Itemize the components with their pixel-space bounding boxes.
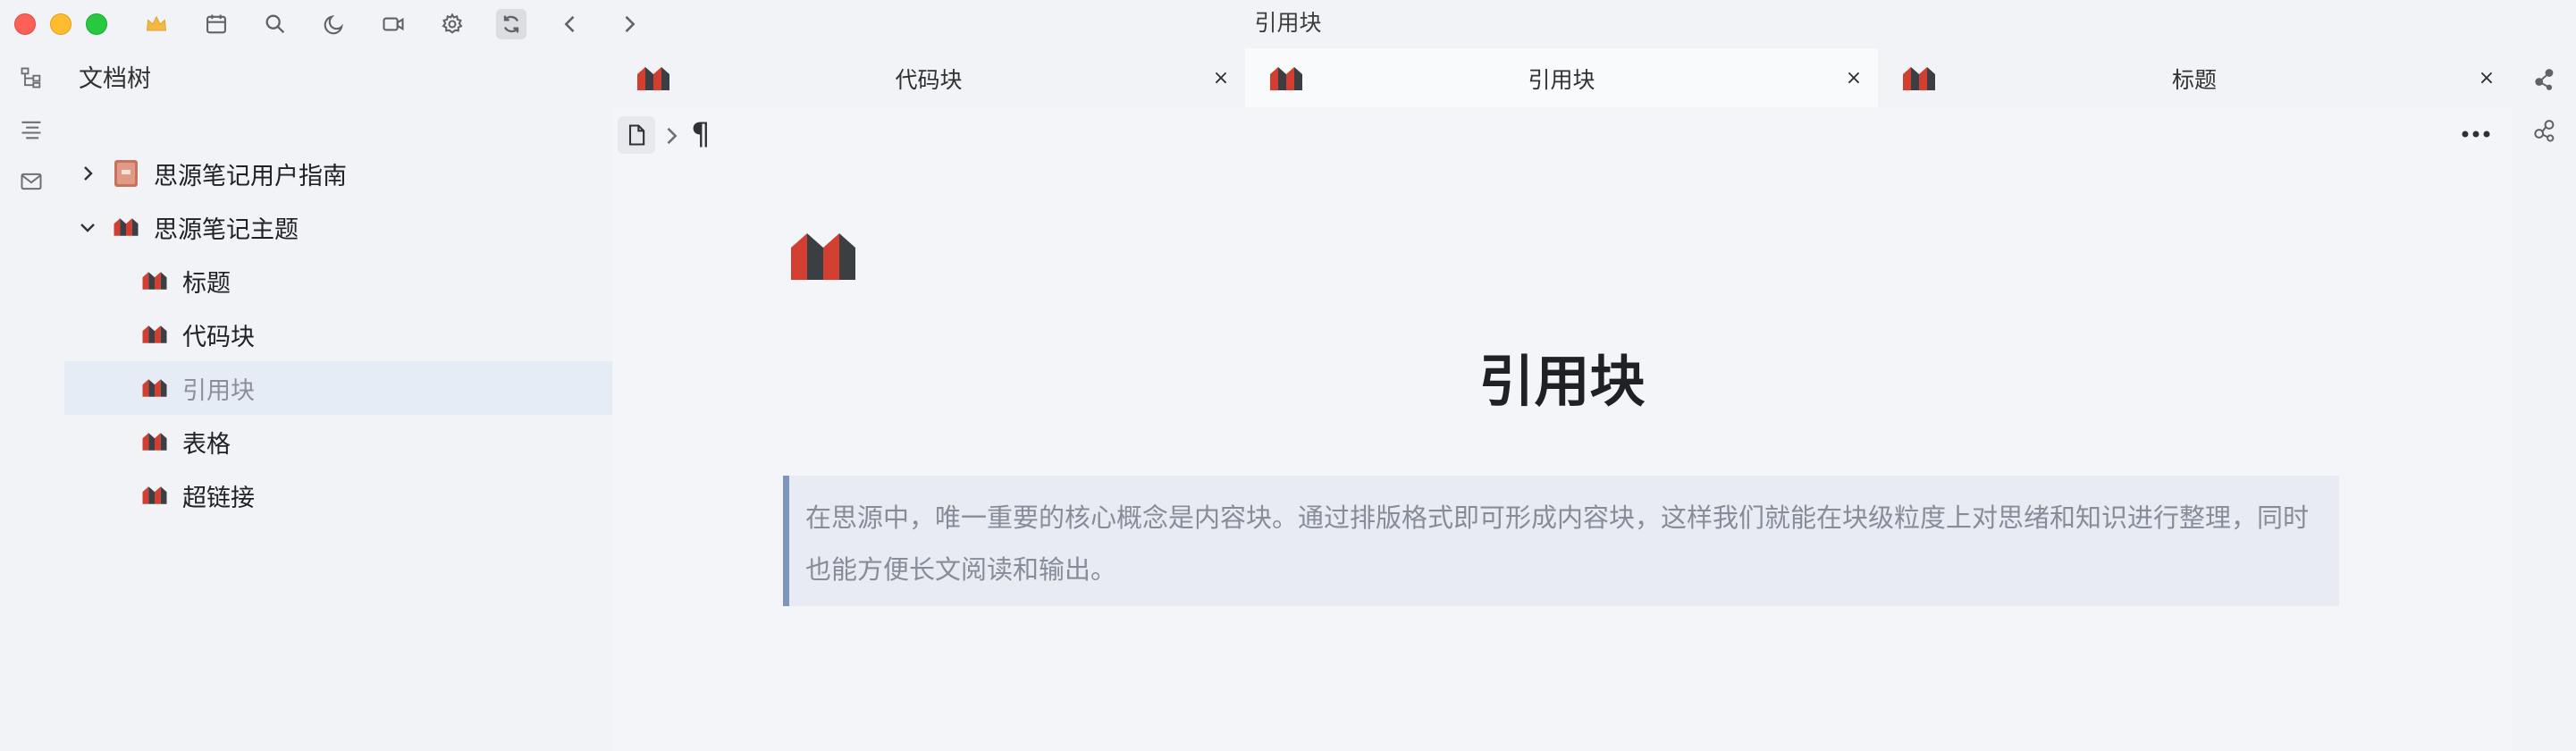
file-tree-icon[interactable] xyxy=(16,63,46,93)
file-tree-panel: 文档树 思源笔记用户指南 思源笔记主题 标题 代码块 引用块 表格 超链接 xyxy=(63,46,612,751)
tree-item-table[interactable]: 表格 xyxy=(64,415,612,468)
tab-heading[interactable]: 标题 × xyxy=(1878,48,2511,107)
tree-item-code-block[interactable]: 代码块 xyxy=(64,308,612,361)
tab-label: 引用块 xyxy=(1528,67,1595,93)
tree-item-label: 表格 xyxy=(182,430,231,459)
right-dock xyxy=(2512,46,2576,751)
window-title: 引用块 xyxy=(1254,10,1322,36)
tree-item-label: 超链接 xyxy=(182,484,255,512)
tab-bar: 代码块 × 引用块 × 标题 × xyxy=(612,46,2512,107)
tree-item-hyperlink[interactable]: 超链接 xyxy=(64,468,612,522)
tree-item-label: 思源笔记用户指南 xyxy=(154,162,347,190)
global-graph-icon[interactable] xyxy=(2531,118,2558,145)
left-dock xyxy=(0,46,63,751)
title-bar: 引用块 xyxy=(0,0,2576,46)
tree-item-user-guide[interactable]: 思源笔记用户指南 xyxy=(64,147,612,200)
tree-item-label: 思源笔记主题 xyxy=(154,215,299,244)
chevron-down-icon[interactable] xyxy=(77,216,98,238)
tab-label: 代码块 xyxy=(895,67,963,93)
graph-view-icon[interactable] xyxy=(2531,66,2558,93)
tab-label: 标题 xyxy=(2171,67,2217,93)
breadcrumb-doc-icon[interactable] xyxy=(618,116,655,154)
tree-item-blockquote[interactable]: 引用块 xyxy=(64,361,612,415)
document-icon[interactable] xyxy=(787,227,859,286)
breadcrumb-chevron-icon xyxy=(667,127,678,145)
close-icon[interactable]: × xyxy=(1840,64,1867,91)
siyuan-logo-icon xyxy=(142,379,167,397)
tab-code-block[interactable]: 代码块 × xyxy=(612,48,1245,107)
book-icon xyxy=(114,160,138,187)
close-icon[interactable]: × xyxy=(1208,64,1234,91)
siyuan-logo-icon xyxy=(142,272,167,290)
tree-item-label: 引用块 xyxy=(182,376,255,405)
tree-item-theme-notebook[interactable]: 思源笔记主题 xyxy=(64,200,612,254)
siyuan-logo-icon xyxy=(114,218,139,236)
blockquote-block[interactable]: 在思源中，唯一重要的核心概念是内容块。通过排版格式即可形成内容块，这样我们就能在… xyxy=(783,476,2339,606)
outline-icon[interactable] xyxy=(16,114,46,145)
tree-item-label: 标题 xyxy=(182,269,231,298)
tree-item-label: 代码块 xyxy=(182,323,255,351)
close-icon[interactable]: × xyxy=(2473,64,2500,91)
blockquote-text[interactable]: 在思源中，唯一重要的核心概念是内容块。通过排版格式即可形成内容块，这样我们就能在… xyxy=(805,492,2325,595)
breadcrumb-paragraph-icon[interactable]: ¶ xyxy=(691,116,711,152)
inbox-icon[interactable] xyxy=(16,166,46,197)
siyuan-logo-icon xyxy=(142,433,167,451)
siyuan-logo-icon xyxy=(142,486,167,504)
siyuan-logo-icon xyxy=(142,325,167,343)
editor-area: ¶ 引用块 在思源中，唯一重要的核心概念是内容块。通过排版格式即可形成内容块，这… xyxy=(612,107,2512,751)
document-title[interactable]: 引用块 xyxy=(612,336,2512,417)
chevron-right-icon[interactable] xyxy=(77,163,98,184)
more-icon[interactable] xyxy=(2458,123,2494,145)
file-tree-title: 文档树 xyxy=(79,65,151,93)
tree-item-heading[interactable]: 标题 xyxy=(64,254,612,308)
tab-blockquote[interactable]: 引用块 × xyxy=(1245,48,1878,107)
